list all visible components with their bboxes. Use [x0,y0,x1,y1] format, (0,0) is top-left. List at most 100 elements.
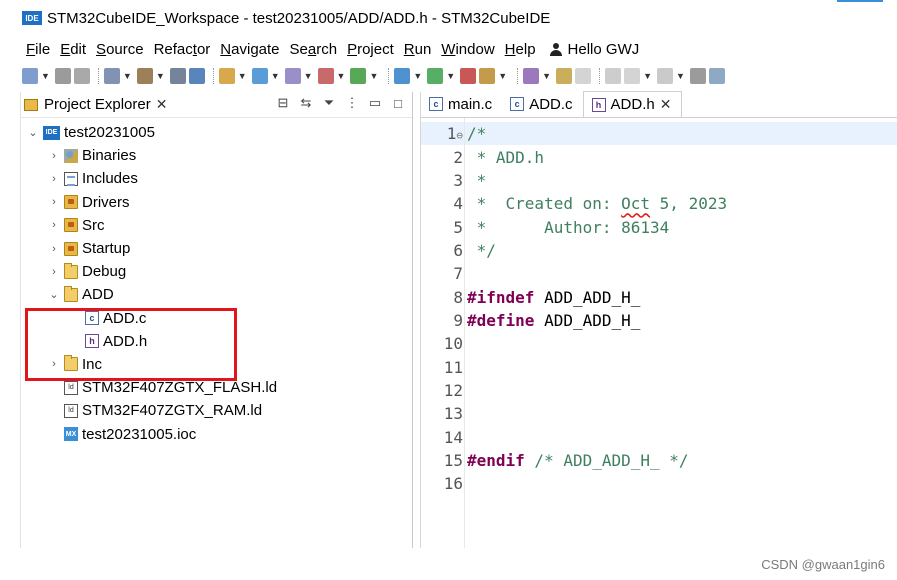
mark-icon[interactable] [575,68,592,84]
build-config-icon[interactable] [103,68,120,84]
dropdown-caret-icon[interactable]: ▼ [337,71,346,81]
next-annotation-icon[interactable] [656,68,673,84]
tree-item-label: ADD [82,286,114,304]
coverage-icon[interactable] [460,68,477,84]
menu-edit[interactable]: Edit [60,41,86,58]
menu-refactor[interactable]: Refactor [154,41,211,58]
collapse-all-icon[interactable]: ⊟ [275,95,291,111]
menu-label-rest: rch [316,40,338,58]
view-menu-icon[interactable]: ⋮ [344,95,360,111]
cubemx-file-icon: MX [64,427,78,442]
tree-item-test20231005-ioc[interactable]: MX test20231005.ioc [21,422,412,445]
new-icon[interactable] [22,68,38,84]
link-with-editor-icon[interactable]: ⇆ [298,95,314,111]
close-icon[interactable]: ✕ [156,96,168,113]
code-line: 2 * ADD.h [421,145,897,168]
block-icon[interactable] [605,68,622,84]
chevron-right-icon[interactable]: › [48,358,60,370]
tree-item-add-h[interactable]: h ADD.h [21,330,412,353]
dropdown-caret-icon[interactable]: ▼ [498,71,507,81]
project-icon: IDE [43,125,60,140]
open-perspective-icon[interactable] [218,68,235,84]
tree-item-drivers[interactable]: › Drivers [21,191,412,214]
linker-script-icon: ld [64,380,78,395]
editor-panel: c main.c c ADD.c h ADD.h ✕ 1⊖/* 2 * ADD.h 3 * 4 *… [420,91,897,548]
menu-help[interactable]: Help [505,41,536,58]
build-icon[interactable] [136,68,153,84]
editor-tab-main-c[interactable]: c main.c [421,91,502,117]
tree-item-includes[interactable]: › Includes [21,167,412,190]
dropdown-caret-icon[interactable]: ▼ [238,71,247,81]
tree-item-test20231005[interactable]: ⌄ IDE test20231005 [21,121,412,144]
search-icon[interactable] [523,68,540,84]
save-icon[interactable] [54,68,71,84]
pin-icon[interactable] [556,68,573,84]
code-area[interactable]: 1⊖/* 2 * ADD.h 3 * 4 * Created on: Oct 5, 2… [421,118,897,496]
dropdown-caret-icon[interactable]: ▼ [123,71,132,81]
open-type-icon[interactable] [479,68,496,84]
dropdown-caret-icon[interactable]: ▼ [676,71,685,81]
save-all-icon[interactable] [73,68,90,84]
menu-run[interactable]: Run [404,41,432,58]
filter-icon[interactable]: ⏷ [321,95,337,111]
chevron-right-icon[interactable]: › [48,196,60,208]
binary-icon[interactable] [169,68,186,84]
dropdown-caret-icon[interactable]: ▼ [542,71,551,81]
chevron-right-icon[interactable]: › [48,150,60,162]
project-explorer-tab[interactable]: Project Explorer ✕ ⊟ ⇆ ⏷ ⋮ ▭ □ [21,92,412,118]
chevron-down-icon[interactable]: ⌄ [48,288,60,301]
menu-window[interactable]: Window [441,41,494,58]
dropdown-caret-icon[interactable]: ▼ [413,71,422,81]
debug-icon[interactable] [394,68,411,84]
tree-item-startup[interactable]: › Startup [21,237,412,260]
tree-item-label: Drivers [82,193,130,211]
fold-toggle-icon[interactable]: ⊖ [456,129,463,142]
dropdown-caret-icon[interactable]: ▼ [304,71,313,81]
prev-annotation-icon[interactable] [689,68,706,84]
dropdown-caret-icon[interactable]: ▼ [271,71,280,81]
chevron-down-icon[interactable]: ⌄ [27,126,39,139]
menu-search[interactable]: Search [290,41,338,58]
dropdown-caret-icon[interactable]: ▼ [446,71,455,81]
chevron-right-icon[interactable]: › [48,173,60,185]
run-icon[interactable] [427,68,444,84]
tree-item-add[interactable]: ⌄ ADD [21,283,412,306]
menu-file[interactable]: File [26,41,50,58]
menu-project[interactable]: Project [347,41,394,58]
maximize-icon[interactable]: □ [390,95,406,111]
dropdown-caret-icon[interactable]: ▼ [643,71,652,81]
dropdown-caret-icon[interactable]: ▼ [41,71,50,81]
tree-item-src[interactable]: › Src [21,214,412,237]
minimize-icon[interactable]: ▭ [367,95,383,111]
dropdown-caret-icon[interactable]: ▼ [369,71,378,81]
chevron-right-icon[interactable]: › [48,219,60,231]
menu-navigate[interactable]: Navigate [220,41,279,58]
close-icon[interactable]: ✕ [660,96,672,113]
tree-item-inc[interactable]: › Inc [21,353,412,376]
dropdown-caret-icon[interactable]: ▼ [156,71,165,81]
debug-config-icon[interactable] [188,68,205,84]
whitespace-icon[interactable] [624,68,641,84]
code-line: 16 [421,472,897,495]
refactor-icon[interactable] [317,68,334,84]
toolbar-separator [212,68,214,84]
editor-tab-add-h[interactable]: h ADD.h ✕ [582,91,683,117]
menu-mnemonic: E [60,40,71,58]
tree-item-add-c[interactable]: c ADD.c [21,307,412,330]
ext-tools-icon[interactable] [350,68,367,84]
tree-item-stm32f407zgtx-ram-ld[interactable]: ld STM32F407ZGTX_RAM.ld [21,399,412,422]
tree-item-debug[interactable]: › Debug [21,260,412,283]
back-icon[interactable] [708,68,725,84]
tree-item-binaries[interactable]: › Binaries [21,144,412,167]
new-class-icon[interactable] [251,68,268,84]
chevron-right-icon[interactable]: › [48,266,60,278]
line-number: 5 [421,218,465,237]
chevron-right-icon[interactable]: › [48,243,60,255]
editor-tab-add-c[interactable]: c ADD.c [502,91,582,117]
code-comment: Oct [621,194,651,214]
new-source-icon[interactable] [284,68,301,84]
user-account[interactable]: Hello GWJ [549,41,639,58]
tree-item-stm32f407zgtx-flash-ld[interactable]: ld STM32F407ZGTX_FLASH.ld [21,376,412,399]
menu-label-rest: or [196,40,211,58]
menu-source[interactable]: Source [96,41,144,58]
